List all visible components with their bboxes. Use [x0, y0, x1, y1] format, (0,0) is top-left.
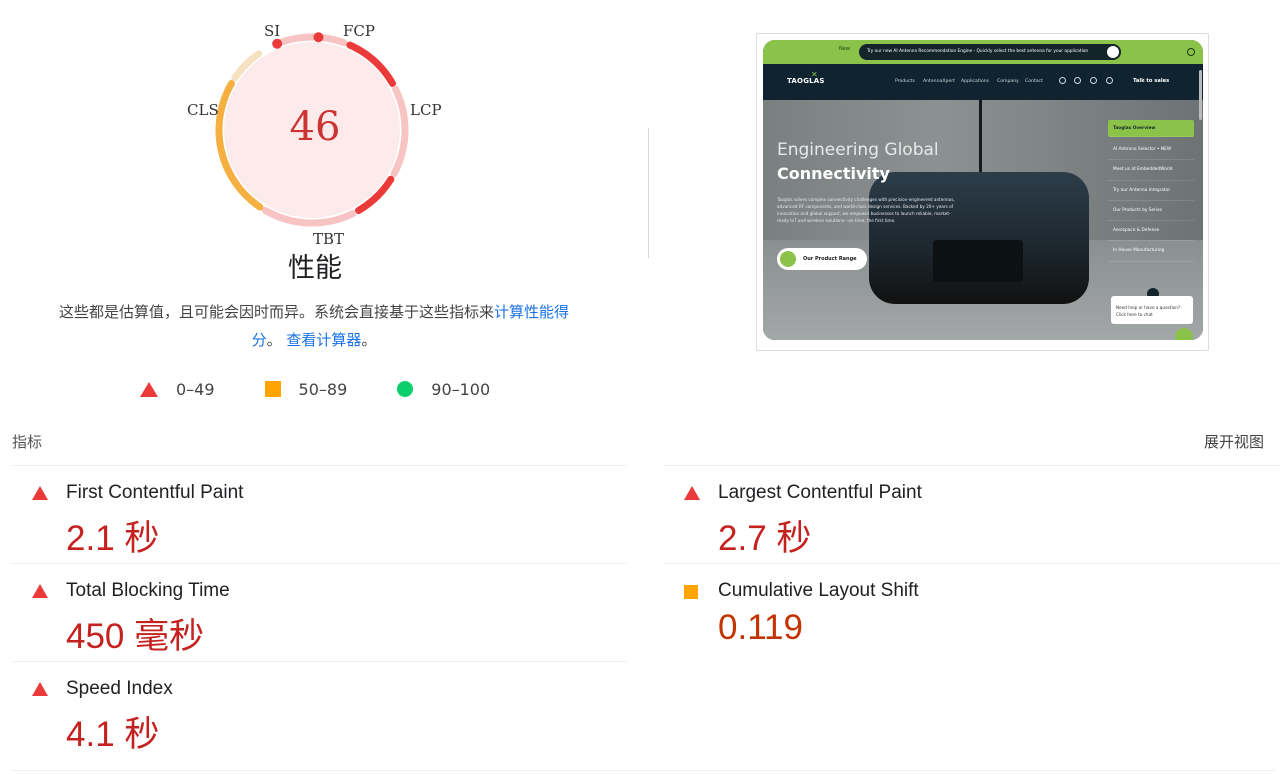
metric-name: Largest Contentful Paint: [718, 482, 922, 503]
arrow-icon: [780, 251, 796, 267]
hero-heading-line1: Engineering Global: [777, 140, 939, 160]
metric-name: First Contentful Paint: [66, 482, 244, 503]
square-icon: [264, 381, 281, 397]
user-icon: [1074, 77, 1081, 84]
legend-range-poor: 0–49: [176, 379, 215, 399]
metric-lcp: Largest Contentful Paint 2.7 秒: [664, 465, 1279, 563]
hero-cta: Our Product Range: [777, 248, 867, 270]
circle-icon: [397, 381, 414, 397]
legend-item-good: 90–100: [397, 380, 490, 399]
site-nav-contact: Contact: [1025, 79, 1043, 84]
triangle-icon: [32, 682, 48, 696]
side-item: Our Products by Series: [1108, 201, 1194, 222]
metric-value: 2.7 秒: [718, 519, 812, 558]
score-disclaimer: 这些都是估算值，且可能会因时而异。系统会直接基于这些指标来计算性能得分。 查看计…: [40, 298, 588, 354]
cart-icon: [1059, 77, 1066, 84]
site-nav-company: Company: [997, 79, 1019, 84]
legend-range-average: 50–89: [298, 379, 348, 399]
metric-value: 450 毫秒: [66, 617, 205, 656]
screenshot-image: New Try our new AI Antenna Recommendatio…: [763, 40, 1203, 340]
section-divider: [12, 770, 1275, 771]
side-item: AI Antenna Selector • NEW: [1108, 140, 1194, 161]
triangle-icon: [32, 584, 48, 598]
metric-name: Cumulative Layout Shift: [718, 580, 919, 601]
triangle-icon: [684, 486, 700, 500]
chat-bubble-icon: [1175, 328, 1193, 340]
metric-fcp: First Contentful Paint 2.1 秒: [12, 465, 627, 563]
logo-mark-icon: ✕: [811, 70, 818, 79]
disclaimer-punct-end: 。: [361, 331, 377, 349]
metric-value: 4.1 秒: [66, 715, 160, 754]
site-nav-antennaxpert: AntennaXpert: [923, 79, 955, 84]
banner-text: Try our new AI Antenna Recommendation En…: [859, 44, 1121, 60]
gauge-dot-fcp: [313, 32, 324, 43]
metric-cls: Cumulative Layout Shift 0.119: [664, 563, 1279, 661]
site-talk-to-sales: Talk to sales: [1133, 78, 1170, 84]
gauge-label-fcp: FCP: [343, 22, 375, 40]
metric-value: 2.1 秒: [66, 519, 160, 558]
gauge-dot-si: [272, 38, 283, 49]
site-logo: TAOGLAS: [787, 77, 825, 85]
side-item: In House Manufacturing: [1108, 241, 1194, 262]
metric-value: 0.119: [718, 608, 803, 647]
site-nav-products: Products: [895, 79, 915, 84]
screenshot-scrollbar: [1199, 70, 1202, 120]
search-icon: [1106, 77, 1113, 84]
expand-view-toggle[interactable]: 展开视图: [1204, 431, 1264, 452]
site-announcement-banner: New Try our new AI Antenna Recommendatio…: [763, 40, 1203, 64]
vertical-divider: [648, 128, 649, 258]
gauge-track-fcp: [318, 34, 348, 47]
final-screenshot[interactable]: New Try our new AI Antenna Recommendatio…: [756, 33, 1209, 351]
side-item: Meet us at EmbeddedWorld: [1108, 160, 1194, 181]
side-item: Try our Antenna Integrator: [1108, 181, 1194, 201]
arrow-icon: [1107, 46, 1119, 58]
hero-side-menu: Taoglas Overview AI Antenna Selector • N…: [1108, 120, 1194, 262]
side-item: Aerospace & Defense: [1108, 221, 1194, 242]
performance-gauge: SI FCP LCP TBT CLS 46: [180, 18, 450, 258]
score-legend: 0–49 50–89 90–100: [140, 378, 540, 400]
metric-tbt: Total Blocking Time 450 毫秒: [12, 563, 627, 661]
square-icon: [684, 585, 698, 599]
triangle-icon: [140, 381, 158, 397]
hero-device-image: [869, 172, 1089, 304]
chat-prompt: Need help or have a question? Click here…: [1111, 296, 1193, 324]
disclaimer-punct: 。: [266, 331, 282, 349]
banner-new-tag: New: [839, 46, 850, 52]
performance-title: 性能: [288, 253, 342, 284]
view-calculator-link[interactable]: 查看计算器: [286, 331, 361, 349]
banner-text-label: Try our new AI Antenna Recommendation En…: [867, 49, 1089, 54]
legend-item-average: 50–89: [264, 379, 348, 399]
side-item: Taoglas Overview: [1108, 120, 1194, 137]
metric-name: Speed Index: [66, 678, 173, 699]
hero-body-text: Taoglas solves complex connectivity chal…: [777, 197, 955, 223]
hero-cta-label: Our Product Range: [803, 256, 857, 262]
metric-name: Total Blocking Time: [66, 580, 230, 601]
close-icon: [1187, 48, 1195, 56]
gauge-track-si: [276, 33, 319, 47]
site-hero: Engineering Global Connectivity Taoglas …: [763, 100, 1203, 340]
disclaimer-text: 这些都是估算值，且可能会因时而异。系统会直接基于这些指标来: [58, 303, 494, 321]
legend-range-good: 90–100: [431, 379, 491, 399]
hero-heading-line2: Connectivity: [777, 164, 890, 183]
gauge-label-si: SI: [264, 22, 281, 40]
metric-si: Speed Index 4.1 秒: [12, 661, 627, 759]
globe-icon: [1090, 77, 1097, 84]
site-nav-applications: Applications: [961, 79, 990, 84]
site-navbar: TAOGLAS ✕ Products AntennaXpert Applicat…: [763, 64, 1203, 100]
triangle-icon: [32, 486, 48, 500]
legend-item-poor: 0–49: [140, 380, 215, 399]
metrics-heading: 指标: [12, 433, 43, 451]
performance-score: 46: [289, 104, 341, 150]
